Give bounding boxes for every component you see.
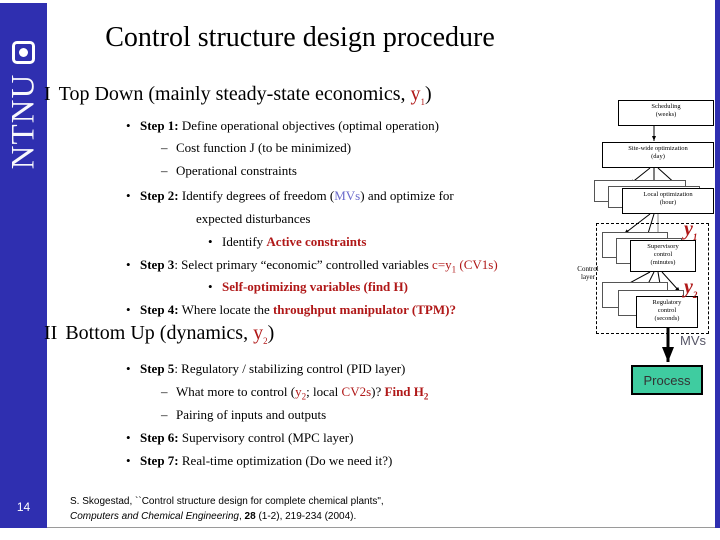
diagram-box-sitewide: Site-wide optimization (day) <box>602 142 714 168</box>
diagram-y2-label: y2 <box>684 276 697 300</box>
step-4-label: Step 4: <box>140 302 179 317</box>
diagram-box-reg-line3: (seconds) <box>654 315 680 323</box>
step-5-sub-1-a: What more to control ( <box>176 384 296 399</box>
step-2-continuation: expected disturbances <box>196 211 310 227</box>
diagram-box-scheduling-line2: (weeks) <box>655 111 677 119</box>
diagram-box-local-line1: Local optimization <box>643 191 693 198</box>
diagram-box-sitewide-line2: (day) <box>651 153 665 161</box>
diagram-box-local-optimization: Local optimization (hour) <box>622 188 714 214</box>
footer-divider <box>47 527 715 528</box>
step-6-text: Supervisory control (MPC layer) <box>181 430 354 445</box>
step-5-sub-1-b: ; local <box>306 384 342 399</box>
step-5-find-h2-sub: 2 <box>423 391 429 402</box>
step-5-sub-2: Pairing of inputs and outputs <box>161 407 327 423</box>
section-heading-1-text: Top Down (mainly steady-state economics, <box>58 83 411 105</box>
footer-pages: (1-2), 219-234 (2004). <box>255 510 357 522</box>
step-4-text-a: Where locate the <box>181 302 273 317</box>
step-7-line: Step 7: Real-time optimization (Do we ne… <box>126 453 393 469</box>
section-heading-2-text: Bottom Up (dynamics, <box>65 322 254 344</box>
step-1-sub-2-text: Operational constraints <box>176 163 297 178</box>
diagram-box-scheduling: Scheduling (weeks) <box>618 100 714 126</box>
diagram-box-supervisory-control: Supervisory control (minutes) <box>630 240 696 272</box>
step-7-label: Step 7: <box>140 453 179 468</box>
step-3-text: : Select primary “economic” controlled v… <box>174 257 433 272</box>
step-2-sub-text-a: Identify <box>222 234 267 249</box>
page-number: 14 <box>16 500 31 514</box>
footer-line-2: Computers and Chemical Engineering, 28 (… <box>70 510 357 522</box>
diagram-box-reg-line2: control <box>657 307 677 315</box>
step-1-label: Step 1: <box>140 118 179 133</box>
step-3-c-expr: c=y <box>432 257 452 272</box>
step-3-sub-line: Self-optimizing variables (find H) <box>208 279 408 295</box>
footer-line-1: S. Skogestad, ``Control structure design… <box>70 496 384 507</box>
bottom-white-strip <box>0 528 720 540</box>
section-heading-2: II Bottom Up (dynamics, y2) <box>44 322 274 346</box>
diagram-box-sitewide-line1: Site-wide optimization <box>628 145 688 152</box>
section-numeral-1: I <box>44 83 51 105</box>
step-5-line: Step 5: Regulatory / stabilizing control… <box>126 361 406 377</box>
diagram-box-process: Process <box>631 365 703 395</box>
control-layer-label: Control layer <box>568 265 608 282</box>
section-heading-1-tail: ) <box>425 83 432 105</box>
diagram-box-scheduling-line1: Scheduling <box>651 103 681 110</box>
footer-volume: 28 <box>244 510 256 522</box>
step-3-cv-label: (CV1s) <box>456 257 498 272</box>
step-2-line: Step 2: Identify degrees of freedom (MVs… <box>126 188 454 204</box>
step-1-sub-2: Operational constraints <box>161 163 297 179</box>
step-1-line: Step 1: Define operational objectives (o… <box>126 118 439 134</box>
diagram-box-reg-line1: Regulatory <box>652 299 682 306</box>
diagram-mvs-label: MVs <box>680 333 706 348</box>
diagram-box-sup-line1: Supervisory <box>647 243 679 250</box>
step-5-label: Step 5 <box>140 361 175 376</box>
step-5-text: : Regulatory / stabilizing control (PID … <box>174 361 406 376</box>
step-7-text: Real-time optimization (Do we need it?) <box>181 453 393 468</box>
slide: NTNU 14 Control structure design procedu… <box>0 0 720 540</box>
step-3-self-optimizing: Self-optimizing variables (find H) <box>222 279 408 294</box>
footer-journal: Computers and Chemical Engineering <box>70 510 239 522</box>
step-4-tpm: throughput manipulator (TPM)? <box>272 302 456 317</box>
section-numeral-2: II <box>44 322 58 344</box>
section-heading-2-tail: ) <box>267 322 275 344</box>
step-5-sub-2-text: Pairing of inputs and outputs <box>176 407 327 422</box>
diagram-y1-label: y1 <box>684 218 697 242</box>
step-1-text: Define operational objectives (optimal o… <box>181 118 439 133</box>
control-layer-label-line2: layer <box>581 273 595 282</box>
control-hierarchy-diagram: Scheduling (weeks) Site-wide optimizatio… <box>577 100 716 400</box>
diagram-y1-sub: 1 <box>692 232 698 242</box>
diagram-box-regulatory-control: Regulatory control (seconds) <box>636 296 698 328</box>
logo-dot-icon <box>19 48 28 57</box>
diagram-box-sup-line2: control <box>653 251 673 259</box>
step-1-sub-1-text: Cost function J (to be minimized) <box>176 140 352 155</box>
step-4-line: Step 4: Where locate the throughput mani… <box>126 302 456 318</box>
diagram-box-sup-line3: (minutes) <box>650 259 676 267</box>
step-6-label: Step 6: <box>140 430 179 445</box>
step-2-continuation-text: expected disturbances <box>196 211 311 226</box>
control-layer-label-line1: Control <box>577 265 599 273</box>
section-heading-1-var: y <box>410 83 421 105</box>
page-title: Control structure design procedure <box>105 22 495 53</box>
step-3-line: Step 3: Select primary “economic” contro… <box>126 257 498 275</box>
diagram-y2-sub: 2 <box>692 290 698 300</box>
diagram-y1-var: y <box>684 218 693 240</box>
diagram-y2-var: y <box>684 276 693 298</box>
step-2-active-constraints: Active constraints <box>266 234 367 249</box>
ntnu-logo-text: NTNU <box>5 73 42 170</box>
sidebar: NTNU 14 <box>0 3 47 528</box>
step-2-text-b: ) and optimize for <box>360 188 454 203</box>
step-3-label: Step 3 <box>140 257 175 272</box>
section-heading-1: I Top Down (mainly steady-state economics… <box>44 83 432 107</box>
step-2-mvs: MVs <box>334 188 361 203</box>
diagram-box-local-line2: (hour) <box>659 199 677 207</box>
step-2-label: Step 2: <box>140 188 179 203</box>
step-5-cv2s: CV2s <box>341 384 372 399</box>
section-heading-2-var: y <box>253 322 264 344</box>
step-5-sub-1: What more to control (y2; local CV2s)? F… <box>161 384 429 402</box>
step-2-text-a: Identify degrees of freedom ( <box>181 188 335 203</box>
step-2-sub-line: Identify Active constraints <box>208 234 367 250</box>
step-6-line: Step 6: Supervisory control (MPC layer) <box>126 430 354 446</box>
step-5-find-h2: Find H <box>384 384 424 399</box>
footer-citation: S. Skogestad, ``Control structure design… <box>70 495 630 524</box>
step-5-sub-1-c: )? <box>371 384 385 399</box>
step-1-sub-1: Cost function J (to be minimized) <box>161 140 352 156</box>
